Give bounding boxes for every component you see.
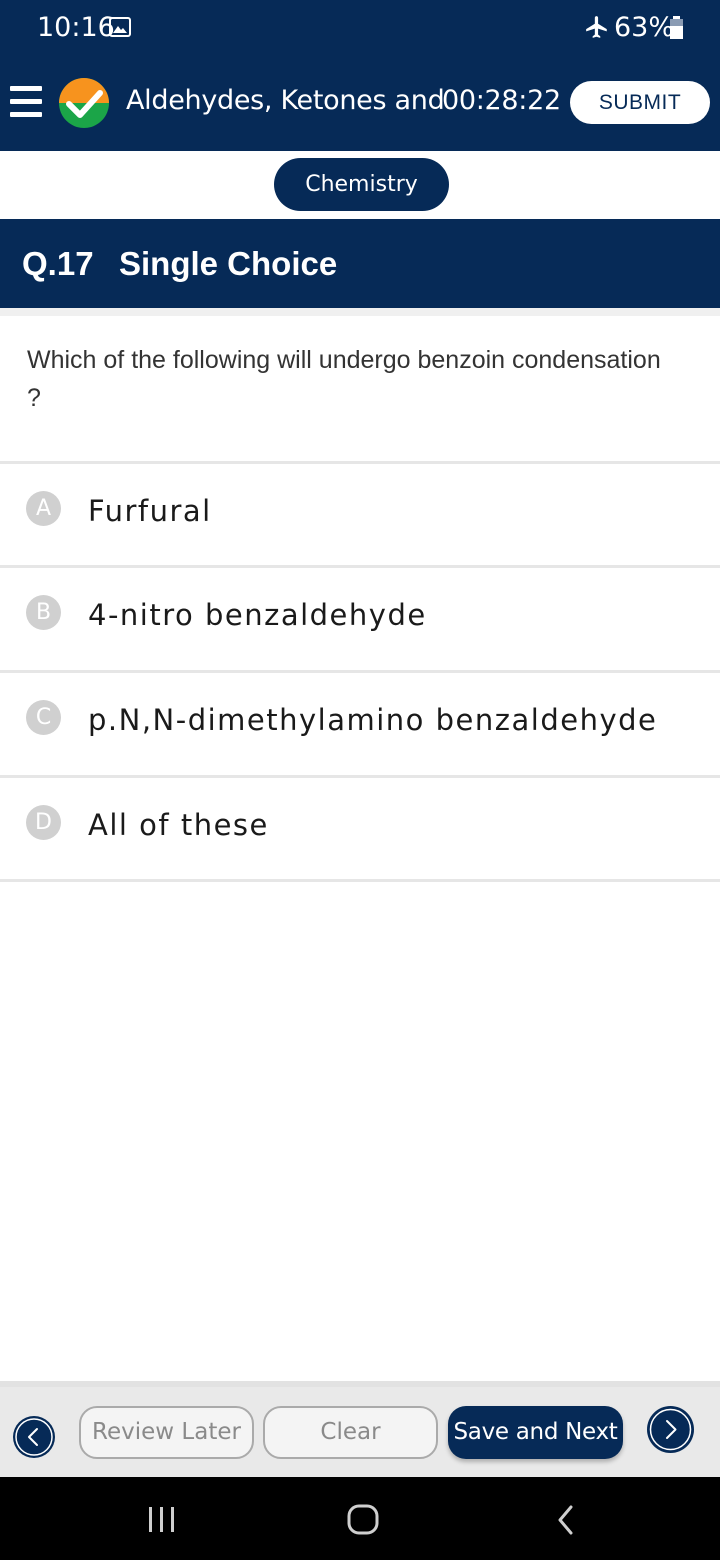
back-icon — [558, 1505, 573, 1535]
option-letter-badge: B — [26, 595, 61, 630]
previous-question-button[interactable] — [13, 1416, 55, 1458]
option-d[interactable]: D All of these — [0, 775, 720, 879]
question-type: Single Choice — [119, 245, 338, 282]
divider — [0, 879, 720, 882]
hamburger-menu-icon[interactable] — [10, 84, 42, 120]
recent-apps-icon — [149, 1507, 174, 1532]
status-time: 10:16 — [37, 12, 115, 43]
submit-button[interactable]: SUBMIT — [570, 81, 710, 124]
option-text: All of these — [88, 808, 269, 842]
option-a[interactable]: A Furfural — [0, 461, 720, 565]
airplane-icon — [586, 16, 607, 38]
next-question-button[interactable] — [647, 1406, 694, 1453]
battery-percent: 63% — [614, 12, 675, 43]
clear-button[interactable]: Clear — [263, 1406, 438, 1459]
chevron-left-icon — [15, 1418, 53, 1456]
option-letter-badge: A — [26, 491, 61, 526]
home-button[interactable] — [323, 1477, 403, 1560]
question-header: Q.17 Single Choice — [0, 219, 720, 308]
subject-tab[interactable]: Chemistry — [274, 158, 449, 211]
countdown-timer: 00:28:22 — [442, 85, 561, 116]
system-navigation-bar — [0, 1477, 720, 1560]
option-text: Furfural — [88, 494, 212, 528]
question-number: Q.17 — [22, 245, 94, 282]
status-bar: 10:16 63% — [0, 0, 720, 58]
app-header: Aldehydes, Ketones and 00:28:22 SUBMIT — [0, 58, 720, 151]
app-logo-icon — [59, 78, 109, 128]
review-later-button[interactable]: Review Later — [79, 1406, 254, 1459]
question-text: Which of the following will undergo benz… — [27, 346, 661, 412]
option-c[interactable]: C p.N,N-dimethylamino benzaldehyde — [0, 670, 720, 774]
option-text: 4-nitro benzaldehyde — [88, 598, 427, 632]
chevron-right-icon — [649, 1408, 692, 1451]
option-letter-badge: D — [26, 805, 61, 840]
recent-apps-button[interactable] — [122, 1477, 202, 1560]
divider — [0, 308, 720, 316]
back-button[interactable] — [525, 1477, 605, 1560]
test-title: Aldehydes, Ketones and — [126, 85, 445, 116]
bottom-action-bar: Review Later Clear Save and Next — [0, 1381, 720, 1477]
option-text: p.N,N-dimethylamino benzaldehyde — [88, 703, 658, 737]
gallery-icon — [109, 17, 131, 37]
home-icon — [347, 1504, 379, 1535]
option-letter-badge: C — [26, 700, 61, 735]
option-b[interactable]: B 4-nitro benzaldehyde — [0, 565, 720, 669]
battery-icon — [670, 16, 683, 39]
save-and-next-button[interactable]: Save and Next — [448, 1406, 623, 1459]
